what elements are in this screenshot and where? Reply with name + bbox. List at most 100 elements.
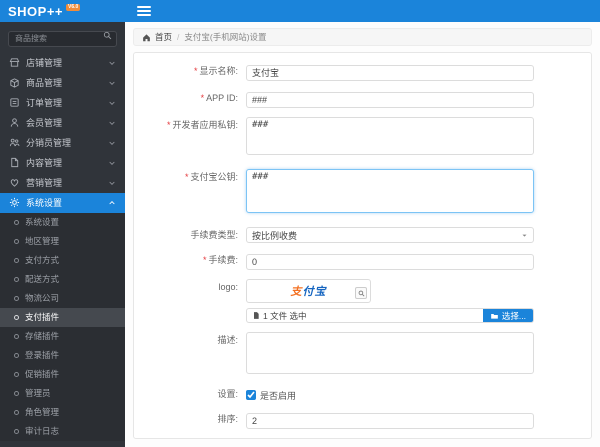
gear-icon — [9, 197, 20, 208]
sidebar-item-system-settings[interactable]: 系统设置 — [0, 192, 125, 213]
sidebar-item-goods[interactable]: 商品管理 — [0, 73, 125, 93]
field-label: * APP ID: — [200, 93, 238, 103]
sidebar-subitem-login-plugins[interactable]: 登录插件 — [0, 346, 125, 365]
goods-icon — [9, 77, 20, 88]
chevron-down-icon — [108, 99, 116, 107]
field-label: * 显示名称: — [193, 66, 238, 76]
search-input[interactable] — [8, 30, 117, 47]
system-settings-submenu: 系统设置 地区管理 支付方式 配送方式 物流公司 支付插件 存储插件 登录插件 … — [0, 212, 125, 441]
sidebar-subitem-admins[interactable]: 管理员 — [0, 384, 125, 403]
subitem-label: 审计日志 — [25, 426, 60, 436]
magnifier-icon[interactable] — [355, 287, 367, 299]
required-marker: * — [200, 93, 205, 103]
subitem-label: 存储插件 — [25, 331, 60, 341]
caret-down-icon — [521, 232, 528, 239]
chevron-up-icon — [108, 199, 116, 207]
form-row-private-key: * 开发者应用私钥: ### — [134, 117, 591, 160]
fee-input[interactable] — [246, 254, 534, 270]
sidebar-subitem-roles[interactable]: 角色管理 — [0, 403, 125, 422]
hamburger-menu-icon[interactable] — [137, 4, 151, 18]
display-name-input[interactable] — [246, 64, 534, 81]
fee-type-select[interactable]: 按比例收费 — [246, 227, 534, 243]
sidebar-subitem-system-settings[interactable]: 系统设置 — [0, 213, 125, 232]
file-icon — [252, 311, 260, 320]
required-marker: * — [202, 255, 207, 265]
circle-icon — [14, 276, 19, 282]
sidebar-subitem-storage-plugins[interactable]: 存储插件 — [0, 327, 125, 346]
form-row-settings: 设置: 是否启用 — [134, 388, 591, 402]
chevron-down-icon — [108, 119, 116, 127]
private-key-textarea[interactable]: ### — [246, 117, 534, 155]
field-label: 设置: — [217, 389, 238, 399]
field-label: * 手续费: — [202, 255, 238, 265]
field-label: logo: — [218, 282, 238, 292]
sidebar-subitem-promotion-plugins[interactable]: 促销插件 — [0, 365, 125, 384]
sidebar-search — [0, 22, 125, 53]
logo-preview: 支付宝 — [246, 279, 371, 303]
enable-checkbox[interactable] — [246, 390, 256, 400]
circle-icon — [14, 352, 19, 358]
field-label: 描述: — [217, 335, 238, 345]
form-row-fee-type: 手续费类型: 按比例收费 — [134, 227, 591, 243]
subitem-label: 配送方式 — [25, 274, 60, 284]
subitem-label: 支付方式 — [25, 255, 60, 265]
admin-screen: SHOP++ V6.0 店铺管理 商品管理 订单管理 — [0, 0, 600, 447]
form-row-order: 排序: — [134, 411, 591, 429]
fee-type-value: 按比例收费 — [252, 230, 298, 241]
sidebar-item-label: 营销管理 — [26, 178, 63, 188]
version-badge: V6.0 — [66, 3, 81, 11]
circle-icon — [14, 333, 19, 339]
file-status: 1 文件 选中 — [247, 309, 483, 322]
required-marker: * — [166, 120, 171, 130]
main-content: 首页 / 支付宝(手机网站)设置 *显示名称: *APP ID: *开发者应用私… — [125, 22, 600, 447]
chevron-down-icon — [108, 179, 116, 187]
sidebar-subitem-payment-methods[interactable]: 支付方式 — [0, 251, 125, 270]
public-key-textarea[interactable]: ### — [246, 169, 534, 213]
subitem-label: 系统设置 — [25, 217, 60, 227]
required-marker: * — [193, 66, 198, 76]
circle-icon — [14, 314, 19, 320]
sidebar-item-orders[interactable]: 订单管理 — [0, 93, 125, 113]
circle-icon — [14, 371, 19, 377]
subitem-label: 支付插件 — [25, 312, 60, 322]
marketing-heart-icon — [9, 177, 20, 188]
sidebar-item-marketing[interactable]: 营销管理 — [0, 173, 125, 193]
sidebar-item-label: 系统设置 — [26, 198, 63, 208]
subitem-label: 管理员 — [25, 388, 51, 398]
order-input[interactable] — [246, 413, 534, 429]
breadcrumb: 首页 / 支付宝(手机网站)设置 — [133, 28, 592, 46]
form-row-description: 描述: — [134, 332, 591, 379]
breadcrumb-separator: / — [177, 32, 180, 42]
description-textarea[interactable] — [246, 332, 534, 374]
breadcrumb-home[interactable]: 首页 — [155, 31, 172, 43]
circle-icon — [14, 409, 19, 415]
brand-logo: SHOP++ — [8, 3, 64, 19]
chevron-down-icon — [108, 139, 116, 147]
sidebar-subitem-shipping-methods[interactable]: 配送方式 — [0, 270, 125, 289]
circle-icon — [14, 238, 19, 244]
sidebar-item-label: 店铺管理 — [26, 58, 63, 68]
logo-bar[interactable]: SHOP++ V6.0 — [0, 0, 125, 22]
sidebar-subitem-payment-plugins[interactable]: 支付插件 — [0, 307, 125, 327]
required-marker: * — [184, 172, 189, 182]
field-label: 排序: — [217, 414, 238, 424]
breadcrumb-current: 支付宝(手机网站)设置 — [184, 32, 267, 42]
enable-checkbox-label: 是否启用 — [260, 390, 297, 401]
form-card: *显示名称: *APP ID: *开发者应用私钥: ### *支付宝公钥: ##… — [133, 52, 592, 439]
sidebar-subitem-logistics[interactable]: 物流公司 — [0, 289, 125, 308]
app-id-input[interactable] — [246, 92, 534, 108]
chevron-down-icon — [108, 79, 116, 87]
distributor-icon — [9, 137, 20, 148]
sidebar-subitem-regions[interactable]: 地区管理 — [0, 232, 125, 251]
sidebar-item-distributors[interactable]: 分销员管理 — [0, 133, 125, 153]
field-label: 手续费类型: — [190, 230, 238, 240]
form-row-public-key: * 支付宝公钥: ### — [134, 169, 591, 218]
search-icon — [103, 31, 112, 40]
sidebar-item-content[interactable]: 内容管理 — [0, 153, 125, 173]
sidebar-item-store[interactable]: 店铺管理 — [0, 53, 125, 73]
sidebar-item-members[interactable]: 会员管理 — [0, 113, 125, 133]
choose-file-button[interactable]: 选择... — [482, 309, 533, 322]
sidebar: SHOP++ V6.0 店铺管理 商品管理 订单管理 — [0, 0, 125, 447]
sidebar-subitem-audit-logs[interactable]: 审计日志 — [0, 422, 125, 441]
subitem-label: 地区管理 — [25, 236, 60, 246]
